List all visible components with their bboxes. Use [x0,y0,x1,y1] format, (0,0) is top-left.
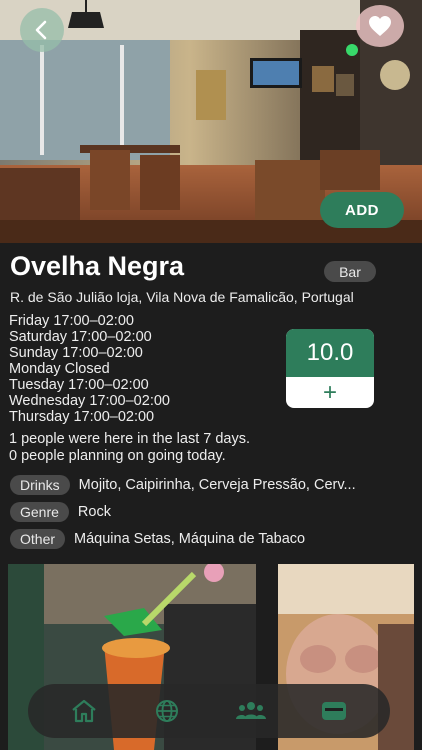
venue-name: Ovelha Negra [10,251,185,281]
hours-row: Saturday 17:00–02:00 [9,329,152,345]
bottom-nav [28,684,390,738]
genre-value: Rock [77,504,111,520]
add-button[interactable]: ADD [320,192,404,228]
other-value: Máquina Setas, Máquina de Tabaco [74,531,306,547]
rating-card: 10.0 + [286,329,374,408]
nav-home[interactable] [64,691,104,731]
hours-row: Sunday 17:00–02:00 [9,345,143,361]
add-rating-button[interactable]: + [286,377,374,408]
favorite-button[interactable] [356,5,404,47]
drinks-row: Drinks Mojito, Caipirinha, Cerveja Press… [10,475,412,495]
people-icon [235,702,266,719]
hours-row: Tuesday 17:00–02:00 [9,377,149,393]
genre-tag[interactable]: Genre [10,502,69,522]
opening-hours: Friday 17:00–02:00 Saturday 17:00–02:00 … [9,313,170,425]
drinks-tag[interactable]: Drinks [10,475,70,495]
nav-friends[interactable] [231,691,271,731]
chevron-left-icon [35,20,47,40]
visits-text: 1 people were here in the last 7 days. [9,431,251,447]
planning-text: 0 people planning on going today. [9,448,226,464]
rating-score: 10.0 [286,329,374,377]
drinks-value: Mojito, Caipirinha, Cerveja Pressão, Cer… [78,477,356,493]
nav-wallet[interactable] [314,691,354,731]
hours-row: Monday Closed [9,361,110,377]
venue-type-badge: Bar [324,261,376,282]
home-icon [72,699,96,723]
venue-address: R. de São Julião loja, Vila Nova de Fama… [10,289,354,305]
other-row: Other Máquina Setas, Máquina de Tabaco [10,529,305,549]
visit-stats: 1 people were here in the last 7 days. 0… [9,431,250,465]
wallet-icon [322,702,347,720]
nav-explore[interactable] [147,691,187,731]
hours-row: Wednesday 17:00–02:00 [9,393,170,409]
hours-row: Friday 17:00–02:00 [9,313,134,329]
other-tag[interactable]: Other [10,529,66,549]
back-button[interactable] [20,8,64,52]
heart-icon [369,16,391,36]
globe-icon [156,700,179,722]
genre-row: Genre Rock [10,502,111,522]
hours-row: Thursday 17:00–02:00 [9,409,155,425]
